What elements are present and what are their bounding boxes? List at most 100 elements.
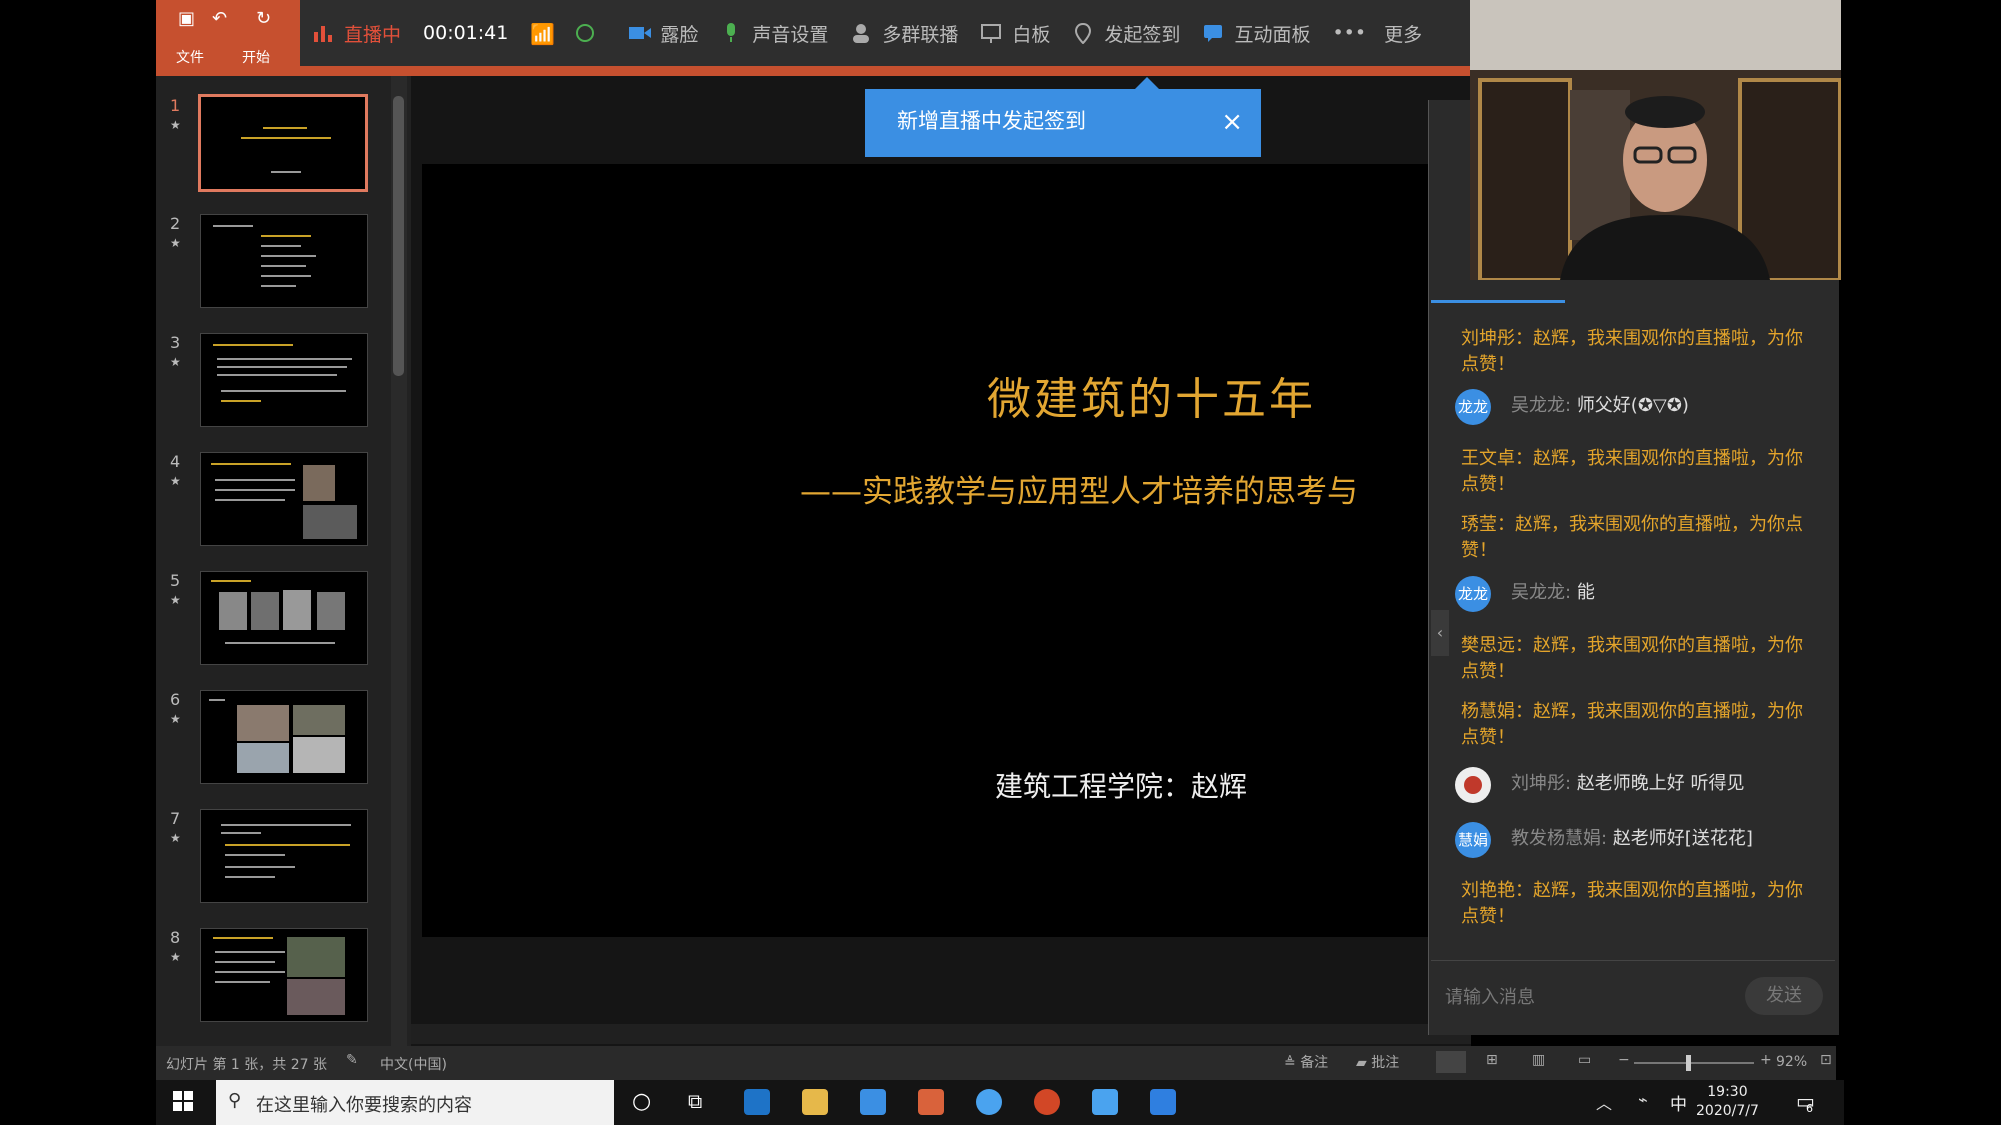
slide-thumbnail[interactable] (200, 333, 368, 427)
avatar: 龙龙 (1455, 576, 1491, 612)
chat-message-line: 吴龙龙: 师父好(✪▽✪) (1511, 393, 1689, 419)
animation-star-icon: ★ (170, 593, 181, 607)
animation-star-icon: ★ (170, 950, 181, 964)
taskbar-search-box[interactable]: ⚲ 在这里输入你要搜索的内容 (216, 1080, 614, 1125)
webcam-video (1470, 0, 1841, 280)
audio-settings-button[interactable]: 声音设置 (720, 20, 828, 47)
notes-button[interactable]: ≜ 备注 (1284, 1052, 1328, 1072)
whiteboard-button[interactable]: 白板 (980, 20, 1050, 47)
more-label: 更多 (1384, 23, 1423, 46)
windows-start-icon[interactable] (172, 1090, 194, 1116)
fit-slide-icon[interactable]: ⊡ (1820, 1052, 1832, 1068)
notification-count: 6 (1806, 1102, 1813, 1115)
send-button[interactable]: 发送 (1745, 977, 1823, 1015)
file-explorer-icon[interactable] (802, 1089, 828, 1115)
multi-group-label: 多群联播 (882, 23, 959, 46)
zoom-level[interactable]: 92% (1776, 1054, 1807, 1070)
wifi-icon: 📶 (530, 22, 556, 46)
slide-subtitle: ——实践教学与应用型人才培养的思考与 (800, 474, 1358, 510)
chat-input[interactable]: 请输入消息 (1445, 983, 1535, 1009)
mail-icon[interactable] (860, 1089, 886, 1115)
ime-indicator[interactable]: 中 (1670, 1090, 1687, 1115)
language-indicator[interactable]: 中文(中国) (380, 1054, 447, 1074)
zoom-slider[interactable] (1634, 1062, 1754, 1064)
zoom-in-icon[interactable]: + (1760, 1052, 1772, 1068)
camera-toggle[interactable]: 露脸 (628, 20, 698, 47)
animation-star-icon: ★ (170, 236, 181, 250)
taskbar-clock[interactable]: 19:30 2020/7/7 (1696, 1083, 1759, 1121)
more-button[interactable]: ••• 更多 (1332, 20, 1422, 47)
slide-count: 幻灯片 第 1 张，共 27 张 (166, 1057, 327, 1073)
multi-group-button[interactable]: 多群联播 (850, 20, 958, 47)
tab-home[interactable]: 开始 (242, 47, 270, 67)
save-icon[interactable]: ▣ (178, 8, 195, 29)
animation-star-icon: ★ (170, 118, 181, 132)
zoom-slider-handle[interactable] (1686, 1055, 1691, 1071)
pen-app-icon[interactable] (918, 1089, 944, 1115)
search-placeholder: 在这里输入你要搜索的内容 (256, 1095, 472, 1116)
chat-message-line: 教发杨慧娟: 赵老师好[送花花] (1511, 826, 1753, 852)
slideshow-icon[interactable]: ▭ (1578, 1052, 1591, 1068)
chat-bubble-icon (1202, 22, 1224, 44)
slide-thumbnail[interactable] (200, 214, 368, 308)
task-view-icon[interactable]: ⧉ (688, 1089, 702, 1113)
animation-star-icon: ★ (170, 474, 181, 488)
slide-thumbnail[interactable] (200, 690, 368, 784)
powerpoint-icon[interactable] (1034, 1089, 1060, 1115)
wifi-status: 📶 (530, 22, 556, 46)
cortana-icon[interactable]: ○ (632, 1089, 651, 1114)
slide-number: 6 (170, 690, 181, 709)
slide-number: 4 (170, 452, 181, 471)
search-icon: ⚲ (228, 1090, 242, 1111)
animation-star-icon: ★ (170, 831, 181, 845)
chat-list: 刘坤彤：赵辉，我来围观你的直播啦，为你点赞！ 龙龙 吴龙龙: 师父好(✪▽✪) … (1431, 312, 1835, 962)
dingtalk-icon[interactable] (976, 1089, 1002, 1115)
chat-input-bar: 请输入消息 发送 (1431, 960, 1835, 1031)
slide-thumbnail[interactable] (200, 809, 368, 903)
chat-username: 吴龙龙: (1511, 395, 1572, 416)
horizontal-scrollbar[interactable] (411, 1024, 1471, 1044)
chat-text: 赵老师晚上好 听得见 (1576, 773, 1745, 794)
webcam-feed-image (1470, 0, 1841, 280)
chat-username: 刘坤彤: (1511, 773, 1572, 794)
panel-tab-indicator (1431, 300, 1565, 303)
comments-label: 批注 (1371, 1055, 1400, 1071)
beauty-label: 露脸 (660, 23, 699, 46)
location-pin-icon (1072, 22, 1094, 45)
dingtalk-active-icon[interactable] (1092, 1089, 1118, 1115)
tab-file[interactable]: 文件 (176, 47, 204, 67)
chat-system-message: 刘坤彤：赵辉，我来围观你的直播啦，为你点赞！ (1461, 328, 1803, 375)
slide-number: 3 (170, 333, 181, 352)
chat-system-message: 王文卓：赵辉，我来围观你的直播啦，为你点赞！ (1461, 448, 1803, 495)
network-icon[interactable]: ⌁ (1638, 1090, 1648, 1109)
spellcheck-icon[interactable]: ✎ (346, 1052, 358, 1068)
slide-thumbnail[interactable] (200, 571, 368, 665)
slide-sorter-icon[interactable]: ⊞ (1486, 1052, 1498, 1068)
interact-panel-button[interactable]: 互动面板 (1202, 20, 1310, 47)
live-app-icon[interactable] (1150, 1089, 1176, 1115)
avatar (1455, 767, 1491, 803)
undo-icon[interactable]: ↶ (212, 8, 227, 29)
comments-button[interactable]: ▰ 批注 (1356, 1052, 1399, 1072)
checkin-button[interactable]: 发起签到 (1072, 20, 1180, 47)
zoom-out-icon[interactable]: − (1618, 1052, 1630, 1068)
notice-text: 新增直播中发起签到 (897, 109, 1086, 133)
clock-date: 2020/7/7 (1696, 1103, 1759, 1119)
slide-thumbnail[interactable] (198, 94, 368, 192)
clock-time: 19:30 (1707, 1084, 1748, 1100)
redo-icon[interactable]: ↻ (256, 8, 271, 29)
chat-username: 吴龙龙: (1511, 582, 1572, 603)
chat-system-message: 杨慧娟：赵辉，我来围观你的直播啦，为你点赞！ (1461, 701, 1803, 748)
chat-system-message: 樊思远：赵辉，我来围观你的直播啦，为你点赞！ (1461, 635, 1803, 682)
slide-thumbnail[interactable] (200, 452, 368, 546)
reading-view-icon[interactable]: ▥ (1532, 1052, 1545, 1068)
slide-thumbnail[interactable] (200, 928, 368, 1022)
close-icon[interactable]: × (1221, 107, 1243, 137)
chat-user-message: 刘坤彤: 赵老师晚上好 听得见 (1455, 767, 1845, 803)
thumbnail-scroll-thumb[interactable] (393, 96, 404, 376)
recycle-icon (574, 22, 596, 44)
chat-system-message: 刘艳艳：赵辉，我来围观你的直播啦，为你点赞！ (1461, 880, 1803, 927)
tray-expand-icon[interactable]: ︿ (1596, 1090, 1612, 1114)
normal-view-icon[interactable] (1436, 1051, 1466, 1073)
edge-icon[interactable] (744, 1089, 770, 1115)
